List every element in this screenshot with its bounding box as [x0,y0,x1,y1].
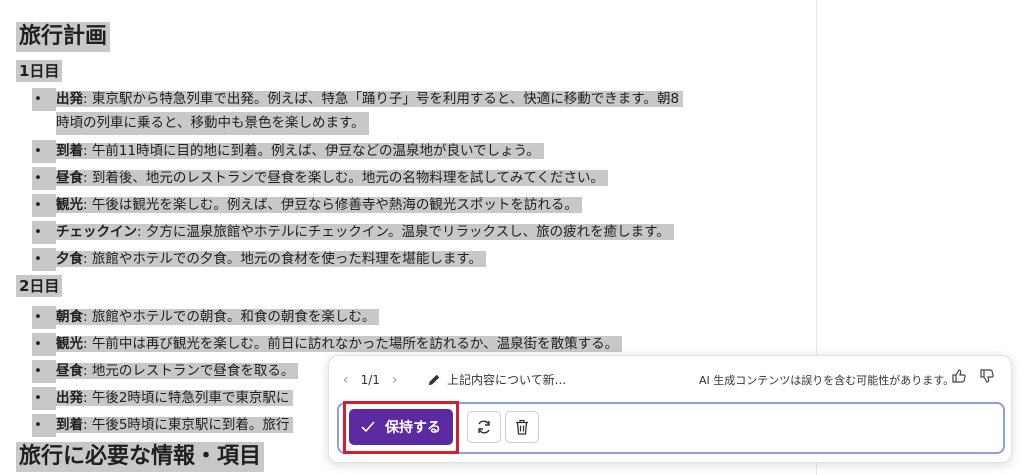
trash-icon [516,419,528,435]
keep-button-label: 保持する [385,420,441,436]
list-item: • 夕食: 旅館やホテルでの夕食。地元の食材を使った料理を堪能します。 [32,248,486,271]
prompt-summary[interactable]: 上記内容について新... [427,371,566,388]
chevron-right-icon[interactable]: › [392,372,398,388]
list-item: • 昼食: 地元のレストランで昼食を取る。 [32,360,299,383]
result-pager: ‹ 1/1 › [343,372,398,388]
regenerate-button[interactable] [467,411,501,443]
list-item: • 到着: 午後5時頃に東京駅に到着。旅行 [32,414,294,437]
list-item: • チェックイン: 夕方に温泉旅館やホテルにチェックイン。温泉でリラックスし、旅の… [32,221,674,244]
list-item: • 観光: 午後は観光を楽しむ。例えば、伊豆なら修善寺や熱海の観光スポットを訪れる… [32,194,582,217]
heading-day2: 2日目 [16,275,63,297]
ai-suggestion-panel: ‹ 1/1 › 上記内容について新... AI 生成コンテンツは誤りを含む可能性… [328,355,1012,463]
prompt-text: 上記内容について新... [447,373,567,387]
pager-count: 1/1 [360,373,380,387]
section-heading: 旅行に必要な情報・項目 [16,442,265,472]
pencil-icon [428,374,440,385]
list-item: • 出発: 東京駅から特急列車で出発。例えば、特急「踊り子」号を利用すると、快適に… [32,88,684,111]
chevron-left-icon[interactable]: ‹ [343,372,349,388]
thumbs-up-icon[interactable] [951,368,967,388]
list-item: • 昼食: 到着後、地元のレストランで昼食を楽しむ。地元の名物料理を試してみてくだ… [32,167,609,190]
check-icon [361,421,375,433]
list-item: • 到着: 午前11時頃に目的地に到着。例えば、伊豆などの温泉地が良いでしょう。 [32,140,544,163]
ai-action-bar: 保持する [337,401,1005,454]
list-item: • 朝食: 旅館やホテルでの朝食。和食の朝食を楽しむ。 [32,306,380,329]
bullet: • [32,88,56,111]
thumbs-down-icon[interactable] [979,368,995,388]
heading-day1: 1日目 [16,60,63,82]
keep-button[interactable]: 保持する [349,409,453,445]
delete-button[interactable] [505,411,539,443]
list-item: • 観光: 午前中は再び観光を楽しむ。前日に訪れなかった場所を訪れるか、温泉街を散… [32,333,623,356]
list-item-continuation: 時頃の列車に乗ると、移動中も景色を楽しめます。 [56,112,369,135]
refresh-icon [478,420,490,434]
list-item: • 出発: 午後2時頃に特急列車で東京駅に [32,387,294,410]
ai-disclaimer: AI 生成コンテンツは誤りを含む可能性があります。 [699,374,955,387]
document-title: 旅行計画 [16,22,111,52]
